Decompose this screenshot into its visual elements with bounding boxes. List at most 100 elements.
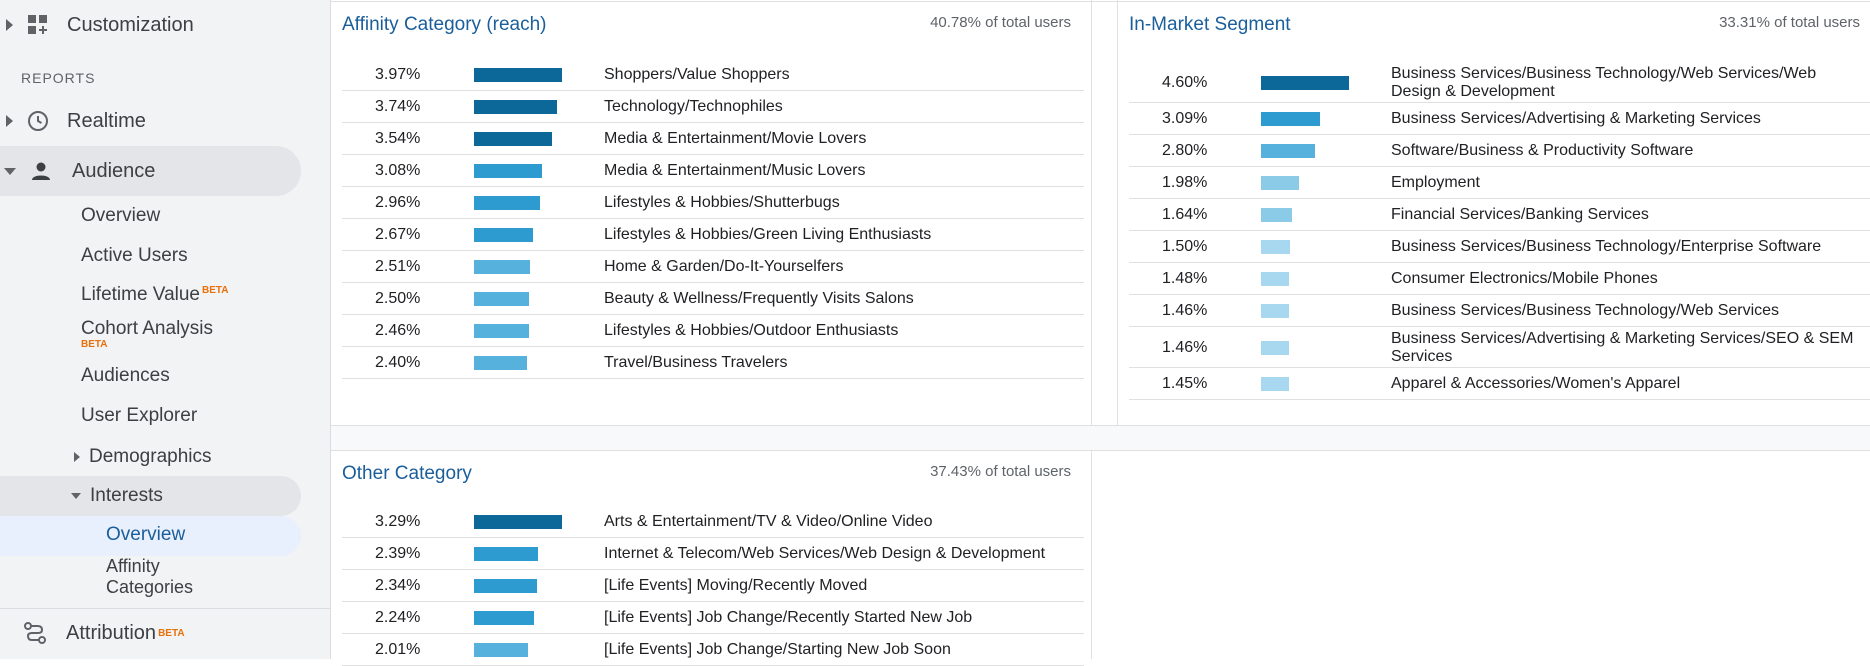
category-label[interactable]: Media & Entertainment/Movie Lovers xyxy=(604,130,1078,148)
sidebar-nav: Customization REPORTS Realtime Audience … xyxy=(0,0,331,659)
percent-bar xyxy=(1261,240,1290,254)
percent-value: 1.46% xyxy=(1162,338,1208,356)
table-row[interactable]: 2.24% [Life Events] Job Change/Recently S… xyxy=(342,602,1084,634)
table-row[interactable]: 2.51% Home & Garden/Do-It-Yourselfers xyxy=(342,251,1084,283)
percent-bar xyxy=(1261,208,1292,222)
table-row[interactable]: 2.46% Lifestyles & Hobbies/Outdoor Enthus… xyxy=(342,315,1084,347)
percent-bar xyxy=(474,356,527,370)
table-row[interactable]: 2.50% Beauty & Wellness/Frequently Visits… xyxy=(342,283,1084,315)
dashboard-plus-icon xyxy=(25,12,51,38)
table-row[interactable]: 2.39% Internet & Telecom/Web Services/Web… xyxy=(342,538,1084,570)
table-row[interactable]: 1.64% Financial Services/Banking Services xyxy=(1129,199,1870,231)
sidebar-item-audiences[interactable]: Audiences xyxy=(81,365,170,387)
sidebar-item-attribution[interactable]: Attribution BETA xyxy=(22,618,185,648)
category-label[interactable]: Lifestyles & Hobbies/Outdoor Enthusiasts xyxy=(604,322,1078,340)
category-label[interactable]: Consumer Electronics/Mobile Phones xyxy=(1391,270,1865,288)
sidebar-item-affinity-categories[interactable]: Affinity Categories xyxy=(106,556,193,598)
category-label[interactable]: Technology/Technophiles xyxy=(604,98,1078,116)
panel-divider xyxy=(1091,450,1092,659)
sidebar-item-label: Attribution xyxy=(66,621,157,644)
sidebar-item-lifetime-value[interactable]: Lifetime Value BETA xyxy=(81,284,228,306)
sidebar-item-realtime[interactable]: Realtime xyxy=(6,106,146,136)
category-label[interactable]: Arts & Entertainment/TV & Video/Online V… xyxy=(604,513,1078,531)
beta-badge: BETA xyxy=(202,284,229,296)
category-label[interactable]: Beauty & Wellness/Frequently Visits Salo… xyxy=(604,290,1078,308)
category-label[interactable]: Lifestyles & Hobbies/Shutterbugs xyxy=(604,194,1078,212)
category-label[interactable]: Business Services/Business Technology/En… xyxy=(1391,238,1865,256)
category-label[interactable]: Shoppers/Value Shoppers xyxy=(604,66,1078,84)
sidebar-item-label: Customization xyxy=(67,13,194,36)
category-label[interactable]: Home & Garden/Do-It-Yourselfers xyxy=(604,258,1078,276)
percent-value: 3.09% xyxy=(1162,110,1208,127)
panel-title[interactable]: Other Category xyxy=(342,463,472,485)
category-label[interactable]: Internet & Telecom/Web Services/Web Desi… xyxy=(604,545,1078,563)
sidebar-item-cohort-analysis[interactable]: Cohort Analysis BETA xyxy=(81,318,213,350)
percent-value: 2.46% xyxy=(375,322,421,339)
table-row[interactable]: 2.01% [Life Events] Job Change/Starting N… xyxy=(342,634,1084,666)
category-label[interactable]: Apparel & Accessories/Women's Apparel xyxy=(1391,375,1865,393)
table-row[interactable]: 3.09% Business Services/Advertising & Mar… xyxy=(1129,103,1870,135)
percent-bar xyxy=(1261,75,1349,90)
table-row[interactable]: 3.08% Media & Entertainment/Music Lovers xyxy=(342,155,1084,187)
percent-value: 2.67% xyxy=(375,226,421,243)
sidebar-item-label: Realtime xyxy=(67,109,146,132)
table-row[interactable]: 4.60% Business Services/Business Technolo… xyxy=(1129,62,1870,103)
table-row[interactable]: 1.46% Business Services/Business Technolo… xyxy=(1129,295,1870,327)
sidebar-item-active-users[interactable]: Active Users xyxy=(81,245,188,267)
table-row[interactable]: 1.48% Consumer Electronics/Mobile Phones xyxy=(1129,263,1870,295)
table-row[interactable]: 2.67% Lifestyles & Hobbies/Green Living E… xyxy=(342,219,1084,251)
table-row[interactable]: 1.45% Apparel & Accessories/Women's Appar… xyxy=(1129,368,1870,400)
panel-title[interactable]: Affinity Category (reach) xyxy=(342,14,547,36)
category-label[interactable]: Software/Business & Productivity Softwar… xyxy=(1391,142,1865,160)
category-label[interactable]: Financial Services/Banking Services xyxy=(1391,206,1865,224)
percent-value: 1.98% xyxy=(1162,174,1208,191)
sidebar-item-interests-overview[interactable]: Overview xyxy=(106,524,185,546)
chevron-right-icon xyxy=(6,115,13,127)
category-label[interactable]: Lifestyles & Hobbies/Green Living Enthus… xyxy=(604,226,1078,244)
category-label[interactable]: [Life Events] Job Change/Recently Starte… xyxy=(604,609,1078,627)
percent-bar xyxy=(474,515,562,529)
affinity-category-panel: Affinity Category (reach) 40.78% of tota… xyxy=(331,2,1091,425)
table-row[interactable]: 3.29% Arts & Entertainment/TV & Video/Onl… xyxy=(342,506,1084,538)
percent-bar xyxy=(474,68,562,82)
table-row[interactable]: 1.46% Business Services/Advertising & Mar… xyxy=(1129,327,1870,368)
percent-bar xyxy=(474,611,534,625)
category-label[interactable]: Business Services/Advertising & Marketin… xyxy=(1391,110,1865,128)
reports-section-label: REPORTS xyxy=(21,70,96,86)
table-row[interactable]: 1.50% Business Services/Business Technolo… xyxy=(1129,231,1870,263)
percent-bar xyxy=(474,292,529,306)
other-category-panel: Other Category 37.43% of total users 3.2… xyxy=(331,451,1091,666)
table-row[interactable]: 3.54% Media & Entertainment/Movie Lovers xyxy=(342,123,1084,155)
sidebar-item-label: Interests xyxy=(90,485,163,506)
table-row[interactable]: 3.74% Technology/Technophiles xyxy=(342,91,1084,123)
category-label[interactable]: Business Services/Business Technology/We… xyxy=(1391,302,1865,320)
sidebar-item-customization[interactable]: Customization xyxy=(6,10,194,40)
percent-value: 3.29% xyxy=(375,513,421,530)
sidebar-item-audience[interactable]: Audience xyxy=(4,156,155,186)
table-row[interactable]: 2.40% Travel/Business Travelers xyxy=(342,347,1084,379)
table-row[interactable]: 3.97% Shoppers/Value Shoppers xyxy=(342,59,1084,91)
sidebar-item-overview[interactable]: Overview xyxy=(81,205,160,227)
sidebar-item-demographics[interactable]: Demographics xyxy=(74,444,212,470)
table-row[interactable]: 2.96% Lifestyles & Hobbies/Shutterbugs xyxy=(342,187,1084,219)
category-label[interactable]: Business Services/Advertising & Marketin… xyxy=(1391,330,1865,366)
percent-bar xyxy=(474,547,538,561)
sidebar-item-interests[interactable]: Interests xyxy=(71,483,163,509)
category-label[interactable]: Media & Entertainment/Music Lovers xyxy=(604,162,1078,180)
table-row[interactable]: 2.80% Software/Business & Productivity So… xyxy=(1129,135,1870,167)
percent-value: 1.45% xyxy=(1162,375,1208,392)
category-label[interactable]: [Life Events] Moving/Recently Moved xyxy=(604,577,1078,595)
percent-value: 3.54% xyxy=(375,130,421,147)
attribution-icon xyxy=(22,620,48,646)
sidebar-item-user-explorer[interactable]: User Explorer xyxy=(81,405,197,427)
category-label[interactable]: Business Services/Business Technology/We… xyxy=(1391,65,1865,101)
panel-title[interactable]: In-Market Segment xyxy=(1129,14,1291,36)
percent-value: 2.39% xyxy=(375,545,421,562)
total-users-label: 40.78% of total users xyxy=(930,14,1071,31)
chevron-down-icon xyxy=(71,493,81,499)
category-label[interactable]: Employment xyxy=(1391,174,1865,192)
table-row[interactable]: 2.34% [Life Events] Moving/Recently Moved xyxy=(342,570,1084,602)
table-row[interactable]: 1.98% Employment xyxy=(1129,167,1870,199)
category-label[interactable]: [Life Events] Job Change/Starting New Jo… xyxy=(604,641,1078,659)
category-label[interactable]: Travel/Business Travelers xyxy=(604,354,1078,372)
